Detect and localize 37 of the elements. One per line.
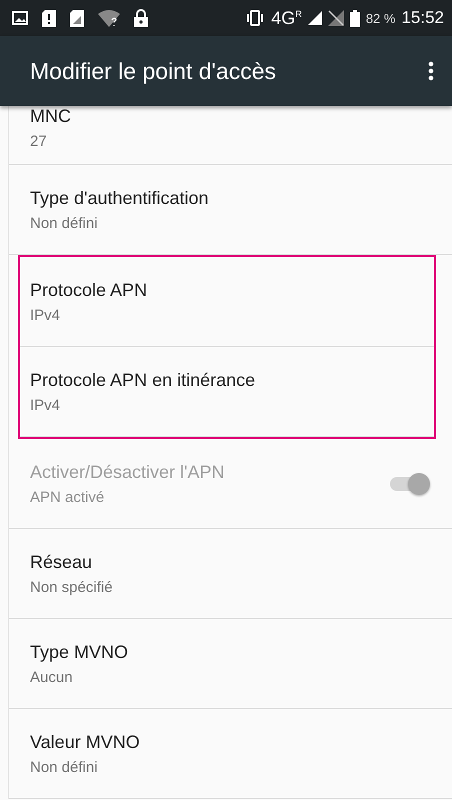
no-sim-signal-icon — [328, 10, 344, 26]
lock-icon — [134, 9, 148, 27]
setting-item[interactable]: Réseau Non spécifié — [9, 529, 452, 619]
setting-item[interactable]: Valeur MVNO Non défini — [9, 709, 452, 799]
alert-sim-icon — [42, 10, 56, 26]
setting-item[interactable]: MNC 27 — [9, 106, 452, 165]
setting-title: Protocole APN en itinérance — [30, 370, 256, 390]
sim-card-icon — [70, 10, 84, 26]
menu-icon — [428, 61, 434, 81]
setting-summary: APN activé — [30, 488, 106, 506]
setting-item[interactable]: Type d'authentification Non défini — [9, 165, 452, 255]
setting-summary: Aucun — [30, 668, 74, 686]
setting-title: MNC — [30, 106, 72, 127]
setting-item[interactable]: Protocole APN en itinérance IPv4 — [20, 347, 434, 437]
setting-title: Activer/Désactiver l'APN — [30, 462, 226, 482]
battery-icon — [350, 10, 360, 26]
battery-percentage: 82 % — [366, 10, 396, 26]
setting-title: Type MVNO — [30, 642, 130, 662]
network-type-label: 4G$^{R}$ — [271, 8, 302, 28]
signal-icon — [308, 11, 322, 25]
setting-title: Réseau — [30, 552, 94, 572]
setting-item[interactable]: Protocole APN IPv4 — [20, 257, 434, 347]
setting-summary: IPv4 — [30, 396, 62, 414]
setting-summary: Non défini — [30, 214, 99, 232]
setting-summary: Non défini — [30, 758, 99, 776]
setting-title: Protocole APN — [30, 280, 148, 300]
setting-summary: IPv4 — [30, 306, 62, 324]
wifi-icon — [98, 10, 120, 26]
clock: 15:52 — [401, 8, 444, 28]
vibrate-icon — [245, 10, 266, 26]
setting-title: Type d'authentification — [30, 188, 210, 208]
setting-summary: Non spécifié — [30, 578, 114, 596]
setting-item[interactable]: Type MVNO Aucun — [9, 619, 452, 709]
setting-title: Valeur MVNO — [30, 732, 141, 752]
setting-summary: 27 — [30, 133, 48, 150]
screen-title: Modifier le point d'accès — [30, 58, 278, 84]
image-icon — [12, 11, 28, 25]
